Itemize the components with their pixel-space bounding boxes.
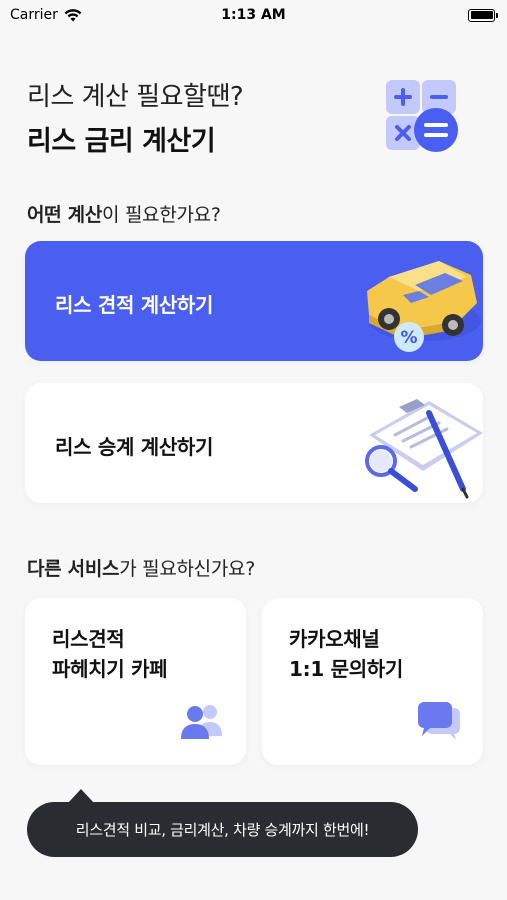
kakao-channel-label-line2: 1:1 문의하기 [289, 657, 403, 681]
calc-section-title: 어떤 계산이 필요한가요? [27, 200, 221, 227]
chat-icon [418, 702, 460, 740]
header: 리스 계산 필요할땐? 리스 금리 계산기 [27, 76, 244, 158]
lease-quote-calc-label: 리스 견적 계산하기 [55, 293, 214, 317]
calc-section-title-bold: 어떤 계산 [27, 204, 103, 226]
kakao-channel-button[interactable]: 카카오채널 1:1 문의하기 [262, 598, 483, 765]
lease-cafe-button[interactable]: 리스견적 파헤치기 카페 [25, 598, 246, 765]
people-icon [181, 705, 222, 739]
battery-icon [468, 8, 498, 22]
lease-cafe-label: 리스견적 파헤치기 카페 [52, 624, 168, 684]
services-section-title-rest: 가 필요하신가요? [119, 558, 256, 580]
kakao-channel-label-line1: 카카오채널 [289, 627, 380, 651]
lease-quote-calc-button[interactable]: 리스 견적 계산하기 % [25, 241, 483, 361]
car-percent-icon: % [367, 261, 481, 352]
header-subtitle: 리스 계산 필요할땐? [27, 82, 244, 112]
lease-cafe-label-line1: 리스견적 [52, 627, 125, 651]
page-title: 리스 금리 계산기 [27, 126, 216, 157]
promo-tooltip: 리스견적 비교, 금리계산, 차량 승계까지 한번에! [27, 802, 418, 857]
tooltip-arrow [68, 789, 94, 803]
calculator-icon [386, 80, 458, 152]
carrier-group: Carrier [10, 7, 82, 23]
contract-icon [365, 399, 483, 499]
status-bar: Carrier 1:13 AM [0, 0, 507, 30]
lease-transfer-calc-button[interactable]: 리스 승계 계산하기 [25, 383, 483, 503]
services-section-title: 다른 서비스가 필요하신가요? [27, 554, 255, 581]
wifi-icon [64, 8, 82, 21]
lease-cafe-label-line2: 파헤치기 카페 [52, 657, 168, 681]
svg-text:%: % [400, 328, 417, 348]
calc-section-title-rest: 이 필요한가요? [102, 204, 221, 226]
kakao-channel-label: 카카오채널 1:1 문의하기 [289, 624, 403, 684]
services-section-title-bold: 다른 서비스 [27, 558, 120, 580]
carrier-label: Carrier [10, 7, 58, 23]
lease-transfer-calc-label: 리스 승계 계산하기 [55, 435, 214, 459]
